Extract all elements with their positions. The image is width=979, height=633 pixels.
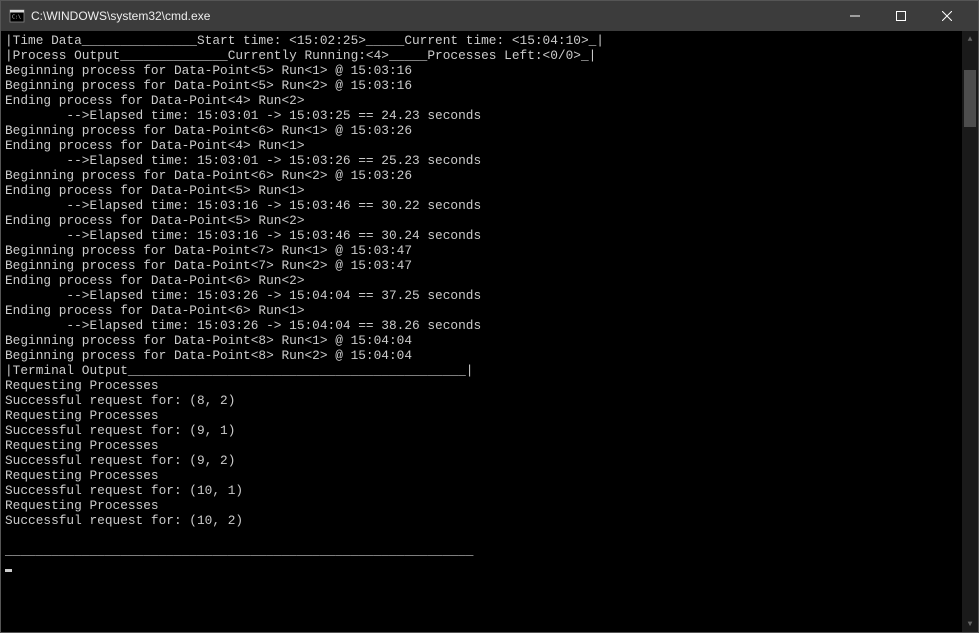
window-controls: [832, 1, 970, 31]
scroll-down-arrow[interactable]: ▼: [962, 616, 978, 632]
scroll-up-arrow[interactable]: ▲: [962, 31, 978, 47]
vertical-scrollbar[interactable]: ▲ ▼: [962, 31, 978, 632]
cmd-icon: C:\: [9, 8, 25, 24]
window-title: C:\WINDOWS\system32\cmd.exe: [31, 9, 832, 23]
titlebar[interactable]: C:\ C:\WINDOWS\system32\cmd.exe: [1, 1, 978, 31]
close-button[interactable]: [924, 1, 970, 31]
terminal-output: |Time Data_______________Start time: <15…: [1, 31, 978, 575]
cursor: [5, 569, 12, 572]
minimize-button[interactable]: [832, 1, 878, 31]
svg-text:C:\: C:\: [12, 15, 21, 21]
scrollbar-thumb[interactable]: [964, 70, 976, 127]
scrollbar-track[interactable]: [962, 47, 978, 616]
terminal-area[interactable]: |Time Data_______________Start time: <15…: [1, 31, 978, 632]
maximize-button[interactable]: [878, 1, 924, 31]
